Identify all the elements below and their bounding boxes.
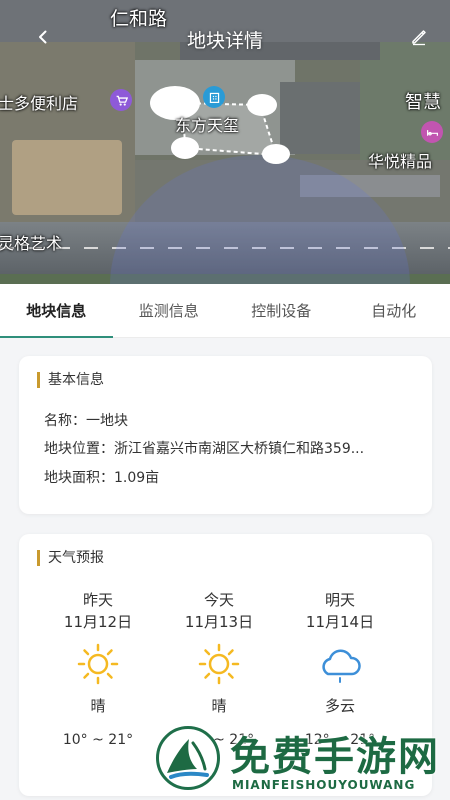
tab-automation[interactable]: 自动化 [338,284,450,337]
weather-day-label: 昨天 [82,591,113,609]
watermark-logo [156,726,220,790]
weather-date: 11月14日 [305,613,375,631]
tab-control-devices[interactable]: 控制设备 [225,284,338,337]
shop-icon [110,89,132,111]
tab-plot-info[interactable]: 地块信息 [0,284,113,338]
page-title: 地块详情 [186,30,263,52]
weather-temperature: 10° ~ 21° [62,732,134,748]
weather-date: 11月12日 [63,613,133,631]
basic-info-card: 基本信息 名称：一地块 地块位置：浙江省嘉兴市南湖区大桥镇仁和路359... 地… [19,356,432,514]
sun-icon [164,642,274,686]
sun-icon [43,642,153,686]
cloud-icon [285,642,395,686]
weather-day-label: 明天 [324,591,355,609]
boundary-marker[interactable] [262,144,290,164]
top-nav-bar: 地块详情 [0,18,450,58]
pencil-icon [412,30,426,46]
map-label-store: 士多便利店 [0,94,79,113]
plot-location: 地块位置：浙江省嘉兴市南湖区大桥镇仁和路359... [44,441,365,457]
plot-area: 地块面积：1.09亩 [44,470,160,486]
watermark-text: 免费手游网 [230,734,440,780]
basic-info-title: 基本信息 [37,372,104,388]
boundary-marker[interactable] [247,94,277,116]
map-label-right-mid: 华悦精品 [368,152,433,171]
weather-condition: 晴 [90,697,106,715]
satellite-map[interactable]: 仁和路 士多便利店 东方天玺 智慧 华悦精品 灵格艺术 地块详情 [0,0,450,284]
weather-day-label: 今天 [203,591,234,609]
weather-day-yesterday: 昨天 11月12日 晴 10° ~ 21° [43,590,153,750]
weather-date: 11月13日 [184,613,254,631]
map-label-left-bottom: 灵格艺术 [0,234,63,253]
edit-button[interactable] [406,24,432,50]
watermark-subtext: MIANFEISHOUYOUWANG [232,778,416,792]
weather-title: 天气预报 [37,550,104,566]
hotel-icon [421,121,443,143]
plot-name: 名称：一地块 [44,413,128,429]
tab-monitoring-info[interactable]: 监测信息 [113,284,226,337]
map-label-right-top: 智慧 [405,92,441,113]
boundary-marker[interactable] [171,137,199,159]
tab-bar: 地块信息 监测信息 控制设备 自动化 [0,284,450,338]
watermark: 免费手游网 MIANFEISHOUYOUWANG [152,722,442,796]
building-icon [203,86,225,108]
map-label-building: 东方天玺 [175,116,240,135]
weather-condition: 晴 [211,697,227,715]
weather-condition: 多云 [324,697,355,715]
